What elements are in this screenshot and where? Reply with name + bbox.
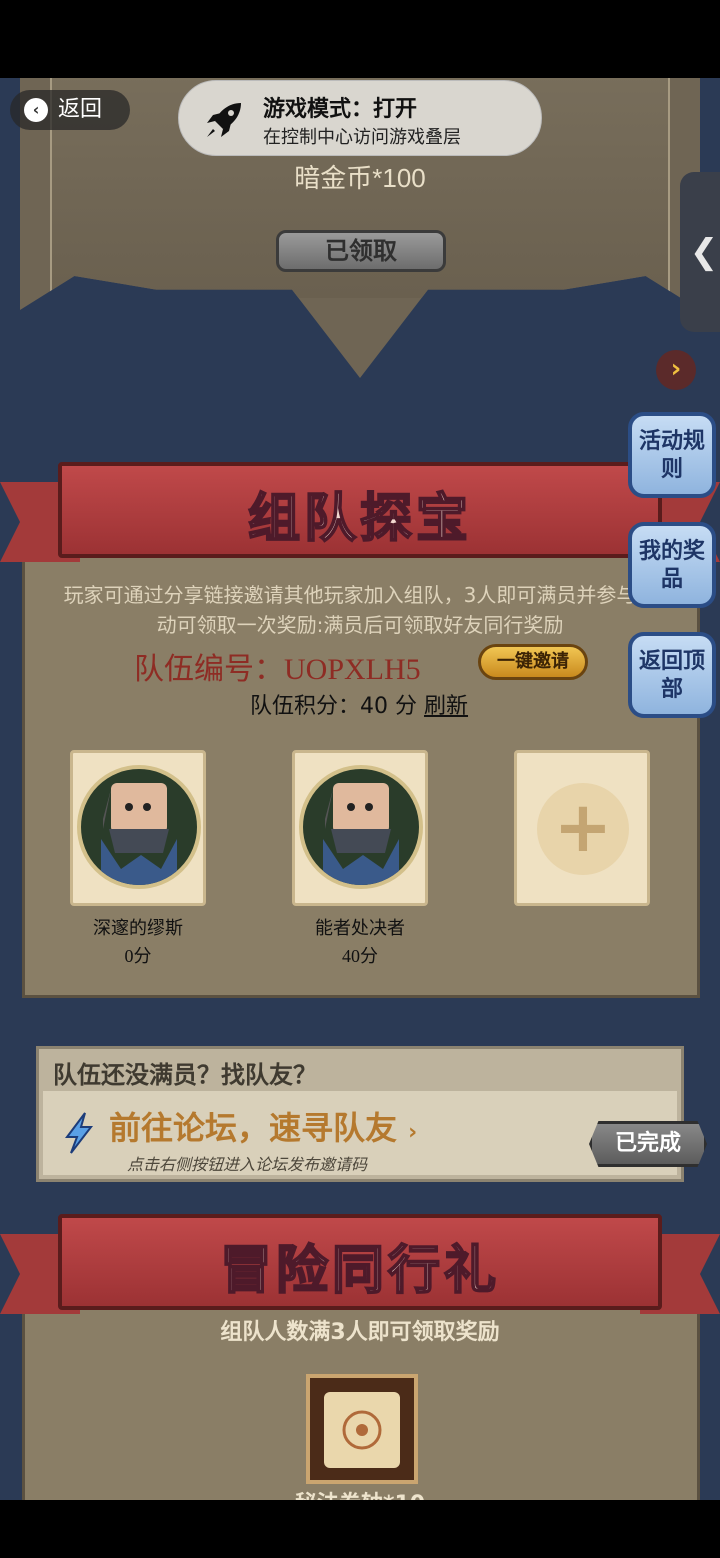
member-slot[interactable]	[70, 750, 206, 906]
forum-panel: 队伍还没满员？找队友？ 前往论坛，速寻队友 › 点击右侧按钮进入论坛发布邀请码 …	[36, 1046, 707, 1182]
companion-condition: 组队人数满3人即可领取奖励	[220, 1320, 500, 1345]
completed-button[interactable]: 已完成	[589, 1121, 707, 1167]
reward-text: 暗金币*100	[294, 163, 426, 193]
scroll-icon	[324, 1392, 400, 1468]
member-score: 40分	[342, 946, 378, 966]
companion-section-title: 冒险同行礼	[219, 1240, 500, 1302]
empty-member-slot[interactable]: +	[514, 750, 650, 906]
side-drawer-tab[interactable]: ❮	[680, 172, 720, 332]
avatar	[299, 765, 423, 889]
companion-section-banner: 冒险同行礼	[0, 1214, 720, 1324]
back-button[interactable]: ‹ 返回	[10, 90, 130, 130]
game-mode-subtitle: 在控制中心访问游戏叠层	[263, 127, 461, 148]
rocket-icon	[207, 103, 241, 137]
forum-hint: 点击右侧按钮进入论坛发布邀请码	[127, 1155, 368, 1174]
forum-header: 队伍还没满员？找队友？	[53, 1061, 317, 1089]
next-arrow-icon[interactable]: ›	[656, 350, 696, 390]
team-score: 队伍积分：40 分 刷新	[250, 688, 468, 720]
team-description: 玩家可通过分享链接邀请其他玩家加入组队，3人即可满员并参与活动可领取一次奖励:满…	[63, 583, 657, 637]
forum-row: 前往论坛，速寻队友 › 点击右侧按钮进入论坛发布邀请码 已完成	[43, 1091, 707, 1175]
back-icon: ‹	[24, 98, 48, 122]
game-viewport: 暗金币*100 已领取 ‹ 返回 游戏模式：打开 在控制中心访问游戏叠层 ❮ ›…	[0, 78, 720, 1500]
add-member-icon[interactable]: +	[537, 783, 629, 875]
member-name: 深邃的缪斯	[93, 918, 183, 939]
game-mode-toast: 游戏模式：打开 在控制中心访问游戏叠层	[178, 80, 542, 156]
rules-button[interactable]: 活动规则	[628, 412, 716, 498]
avatar	[77, 765, 201, 889]
team-id-value: UOPXLH5	[284, 653, 421, 686]
scroll-reward-label: 秘法卷轴*10	[0, 1486, 720, 1500]
my-prizes-button[interactable]: 我的奖品	[628, 522, 716, 608]
go-forum-label: 前往论坛，速寻队友 ›	[109, 1109, 418, 1147]
status-bar	[0, 0, 720, 78]
claimed-button[interactable]: 已领取	[276, 230, 446, 272]
invite-button[interactable]: 一键邀请	[478, 644, 588, 680]
game-mode-title: 游戏模式：打开	[263, 97, 418, 122]
team-id-label: 队伍编号：	[134, 653, 284, 686]
navigation-bar	[0, 1500, 720, 1558]
back-label: 返回	[58, 97, 103, 122]
member-name: 能者处决者	[315, 918, 405, 939]
back-to-top-button[interactable]: 返回顶部	[628, 632, 716, 718]
scroll-reward-item	[306, 1374, 418, 1484]
lightning-icon	[65, 1112, 94, 1154]
team-section-title: 组队探宝	[247, 488, 472, 550]
member-slot[interactable]	[292, 750, 428, 906]
team-section-banner: 组队探宝	[0, 462, 720, 572]
refresh-link[interactable]: 刷新	[424, 694, 468, 719]
team-score-value: 40 分	[360, 694, 418, 719]
team-score-label: 队伍积分：	[250, 694, 361, 719]
team-id: 队伍编号：UOPXLH5	[134, 644, 421, 688]
member-score: 0分	[124, 946, 152, 966]
